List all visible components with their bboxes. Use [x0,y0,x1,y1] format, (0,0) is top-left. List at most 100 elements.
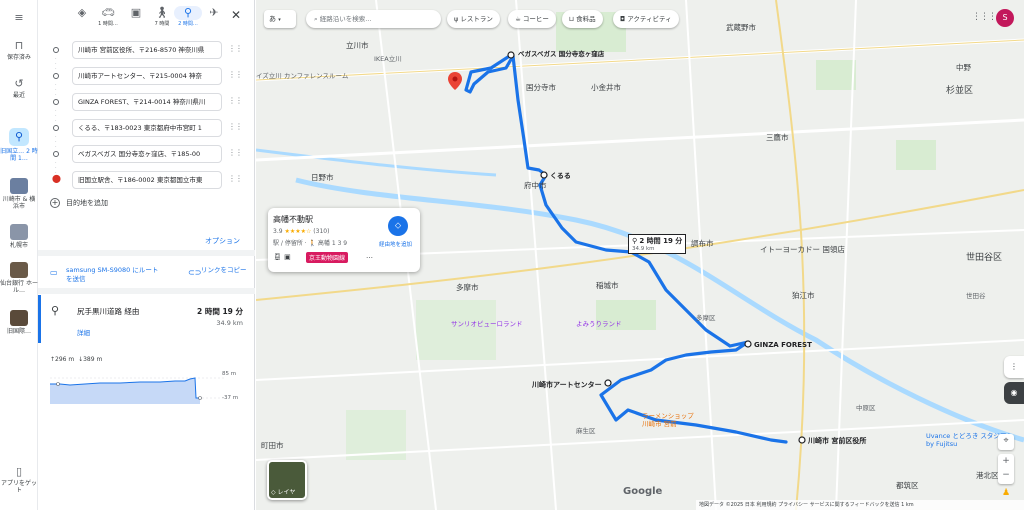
directions-panel: ◈ 🚗︎ 1 時間… ▣ 🚶︎ 7 時間 ⚲ 2 時間… ✈ ✕ 川崎市 宮前区役所、… [38,0,255,510]
map-label: IKEA立川 [374,55,402,63]
waypoint-label: 川崎市 宮前区役所 [808,437,867,445]
stop-input-1[interactable]: 川崎市 宮前区役所、〒216-8570 神奈川県 [72,41,222,59]
route-details-link[interactable]: 詳細 [77,327,90,337]
chip-restaurants[interactable]: ψ レストラン [447,10,500,28]
waypoint-dot-icon [53,125,59,131]
mode-transit[interactable]: ▣ [122,6,150,20]
bike-icon: ⚲ [174,6,202,20]
stop-input-4[interactable]: くるる、〒183-0023 東京都府中市宮町 1 [72,119,222,137]
add-waypoint-button[interactable]: ⬦ [388,216,408,236]
map-label: 町田市 [261,441,284,450]
map-label: 中野 [956,63,971,72]
route-search-input[interactable]: ⌕ 経路沿いを検索... [306,10,441,28]
map-label: 三鷹市 [766,133,789,142]
waypoint-label: ベガスベガス 国分寺恋ヶ窪店 [518,50,605,58]
zoom-out-icon[interactable]: − [1002,470,1010,480]
rail-label: 旧国立… 2 時間 1… [0,148,38,162]
copy-link-button[interactable]: ⊂⊃ リンクをコピー [188,266,248,277]
map-label: 立川市 [346,41,369,50]
rail-item-sapporo[interactable]: 札幌市 [0,224,38,249]
zoom-controls[interactable]: + − [998,454,1014,484]
rail-item-recent[interactable]: ↺ 最近 [0,78,38,100]
map-label: イトーヨーカドー 国領店 [760,245,845,254]
place-popup[interactable]: 高幡不動駅 3.9 ★★★★☆ (310) 駅 / 停留所 · 🚶 高幡 1 3… [268,208,420,272]
map-label: 麻生区 [576,427,596,435]
route-option[interactable]: ⚲ 尻手黒川道路 経由 2 時間 19 分 34.9 km 詳細 [38,295,255,343]
rail-item-current-route[interactable]: ⚲ 旧国立… 2 時間 1… [0,128,38,162]
map-label: 港北区 [976,471,999,480]
layers-button[interactable]: ◇ レイヤ [267,460,307,500]
drag-handle-icon[interactable]: ⋮⋮ [228,148,243,157]
map-label: 世田谷区 [966,253,1003,263]
side-panel-tab[interactable]: ⋮ [1004,356,1024,378]
bike-icon: ⚲ [51,304,60,317]
rail-item-kawasaki[interactable]: 川崎市 & 横浜市 [0,178,38,210]
drag-handle-icon[interactable]: ⋮⋮ [228,122,243,131]
route-duration: 2 時間 19 分 [197,307,243,316]
destination-pin-icon[interactable] [448,72,462,90]
close-icon[interactable]: ✕ [231,8,241,22]
add-destination-button[interactable]: + 目的地を追加 [50,198,108,208]
origin-dot-icon [53,47,59,53]
send-to-phone-button[interactable]: ▭ samsung SM-S9080 にルートを送信 [50,266,160,284]
menu-button[interactable]: ≡ [0,12,38,26]
divider [38,250,255,256]
options-button[interactable]: オプション [205,236,240,246]
language-toggle[interactable]: あ ▾ [264,10,296,28]
destination-pin-icon: ⬤ [52,174,61,183]
apps-grid-icon[interactable]: ⋮⋮⋮ [972,12,997,22]
drag-handle-icon[interactable]: ⋮⋮ [228,96,243,105]
mode-flight[interactable]: ✈ [200,6,228,20]
connector-dots: · · · [55,134,57,150]
mode-walk[interactable]: 🚶︎ 7 時間 [148,6,176,27]
chip-activities[interactable]: ◘ アクティビティ [613,10,679,28]
route-duration-callout[interactable]: ⚲ 2 時間 19 分 34.9 km [628,234,687,254]
side-panel-tab[interactable]: ◉ [1004,382,1024,404]
connector-dots: · · · [55,108,57,124]
rail-item-saved[interactable]: ⊓ 保存済み [0,39,38,62]
drag-handle-icon[interactable]: ⋮⋮ [228,174,243,183]
zoom-in-icon[interactable]: + [1002,456,1010,466]
mode-drive[interactable]: 🚗︎ 1 時間… [94,6,122,27]
connector-dots: · · · [55,56,57,72]
travel-mode-bar: ◈ 🚗︎ 1 時間… ▣ 🚶︎ 7 時間 ⚲ 2 時間… ✈ [38,6,255,32]
coffee-icon: ☕︎ [515,15,523,23]
elevation-stats: ↑296 m ↓389 m [50,356,102,363]
hamburger-icon: ≡ [14,11,24,24]
mode-bike[interactable]: ⚲ 2 時間… [174,6,202,27]
dots-icon: ⋮ [1010,362,1018,371]
my-location-button[interactable]: ⌖ [998,434,1014,450]
get-app-button[interactable]: ▯ アプリをゲット [0,466,38,495]
route-via: 尻手黒川道路 経由 [77,307,140,316]
place-category: 駅 / 停留所 · 🚶 高幡 1 3 9 [273,240,348,247]
place-thumbnail [10,310,28,326]
train-line-badge: 京王動物園線 [306,252,349,263]
map-label: 稲城市 [596,281,619,290]
bookmark-icon: ⊓ [14,39,24,52]
rail-item-former[interactable]: 旧国際… [0,310,38,335]
waypoint-dot-icon [53,73,59,79]
drag-handle-icon[interactable]: ⋮⋮ [228,70,243,79]
stop-input-2[interactable]: 川崎市アートセンター、〒215-0004 神奈 [72,67,222,85]
map-label: 多摩市 [456,283,479,292]
avatar[interactable]: S [996,9,1014,27]
map-label: ラーメンショップ 川崎市 宮前 [642,412,694,428]
rail-label: 札幌市 [9,242,28,249]
map-label: サンリオピューロランド [451,320,523,328]
stop-input-5[interactable]: ベガスベガス 国分寺恋ヶ窪店、〒185-00 [72,145,222,163]
rail-item-sendai[interactable]: 仙台銀行 ホール… [0,262,38,294]
drag-handle-icon[interactable]: ⋮⋮ [228,44,243,53]
stop-input-6[interactable]: 旧国立駅舎、〒186-0002 東京都国立市東 [72,171,222,189]
bike-icon: ⚲ [9,128,29,146]
mode-best[interactable]: ◈ [68,6,96,20]
chip-groceries[interactable]: ⊔ 食料品 [562,10,603,28]
pegman-icon[interactable]: ♟ [998,486,1014,500]
map-label: よみうりランド [576,320,622,328]
chip-coffee[interactable]: ☕︎ コーヒー [508,10,556,28]
waypoint-dot-icon [53,99,59,105]
map-canvas[interactable]: あ ▾ ⌕ 経路沿いを検索... ψ レストラン ☕︎ コーヒー ⊔ 食料品 ◘… [256,0,1024,510]
train-icon: 🚆︎ ▣ [273,253,291,261]
map-label: 武蔵野市 [726,23,756,32]
stop-input-3[interactable]: GINZA FOREST、〒214-0014 神奈川県川 [72,93,222,111]
map-label: 中原区 [856,404,876,412]
